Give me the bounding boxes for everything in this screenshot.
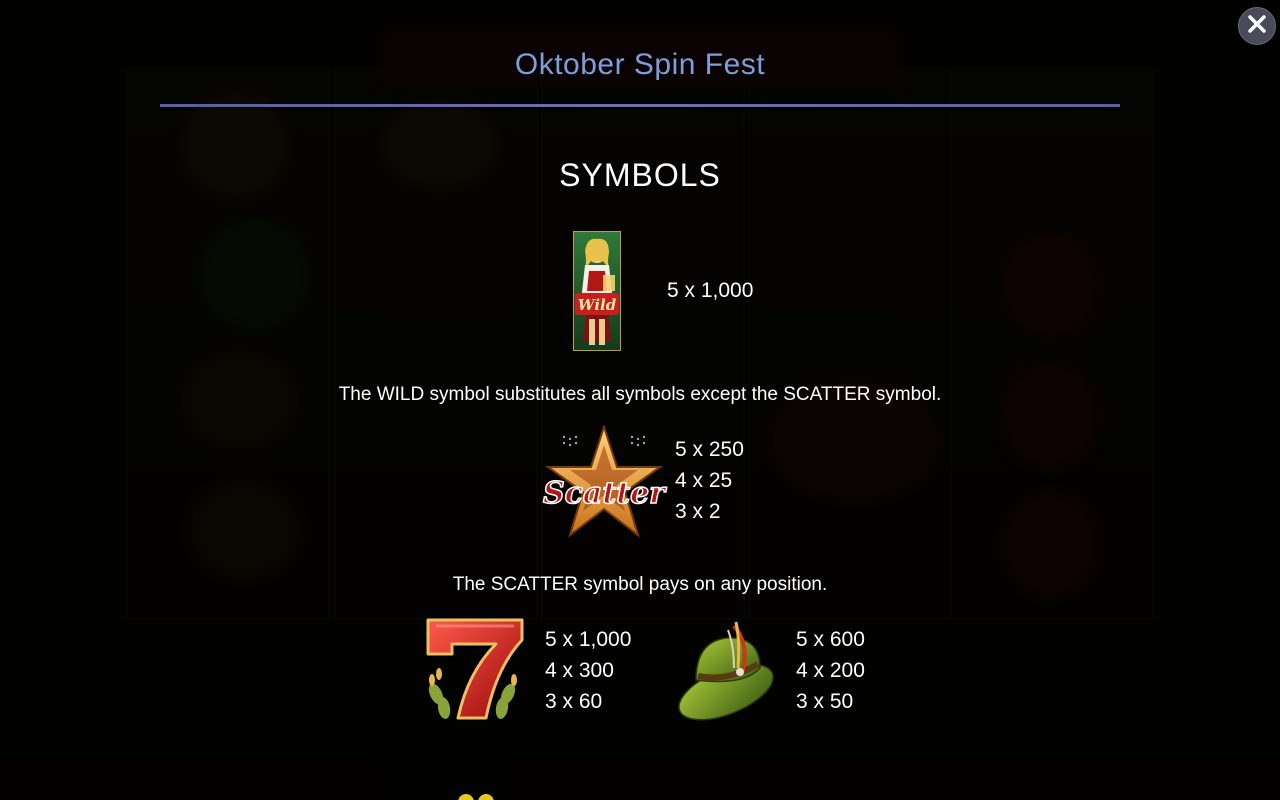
pay-line: 5 x 600 [796,628,865,651]
pay-line: 4 x 300 [545,659,614,682]
pay-line: 4 x 200 [796,659,865,682]
hat-pays: 5 x 600 4 x 200 3 x 50 [796,624,865,717]
pay-line: 5 x 1,000 [545,628,632,651]
hat-symbol-icon [674,616,778,726]
pay-line: 5 x 250 [675,438,744,461]
pay-line: 3 x 60 [545,690,603,713]
pay-line: 4 x 25 [675,469,733,492]
pay-line: 3 x 50 [796,690,854,713]
close-icon [1246,13,1268,40]
svg-text:Scatter: Scatter [543,476,667,511]
seven-symbol-icon [422,614,528,726]
section-heading: SYMBOLS [559,157,721,193]
scatter-description: The SCATTER symbol pays on any position. [452,574,828,595]
wild-symbol-icon: Wild [573,231,621,351]
wild-pays: 5 x 1,000 [667,275,753,306]
close-button[interactable] [1238,7,1276,45]
title-divider [160,104,1120,107]
pay-line: 5 x 1,000 [667,279,754,302]
seven-pays: 5 x 1,000 4 x 300 3 x 60 [545,624,631,717]
scatter-pays: 5 x 250 4 x 25 3 x 2 [675,434,744,527]
next-symbol-peek-icon [452,790,502,800]
pay-line: 3 x 2 [675,500,721,523]
paytable-title: Oktober Spin Fest [514,48,766,81]
svg-text:Wild: Wild [578,296,617,314]
scatter-symbol-icon: Scatter [540,423,668,540]
wild-description: The WILD symbol substitutes all symbols … [338,384,942,405]
